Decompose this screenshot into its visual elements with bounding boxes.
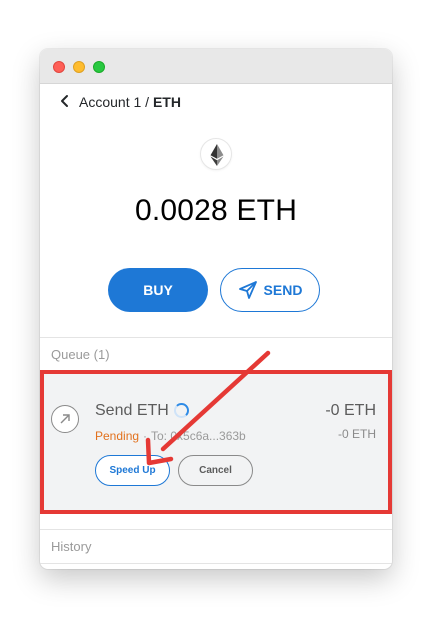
status-separator: · <box>143 429 147 443</box>
cancel-button[interactable]: Cancel <box>178 455 253 486</box>
send-label: SEND <box>263 282 303 298</box>
transaction-title: Send ETH <box>95 402 169 419</box>
divider <box>40 563 392 564</box>
account-name[interactable]: Account 1 <box>79 94 141 110</box>
transaction-amount-secondary: -0 ETH <box>337 427 376 441</box>
ethereum-icon <box>200 138 232 170</box>
arrow-up-right-icon <box>51 405 79 433</box>
breadcrumb-separator: / <box>141 94 153 110</box>
transaction-amount: -0 ETH <box>325 402 376 419</box>
balance-value: 0.0028 <box>134 194 228 227</box>
breadcrumb: Account 1 / ETH <box>40 84 392 118</box>
breadcrumb-text: Account 1 / ETH <box>79 94 181 110</box>
pending-spinner-icon <box>174 403 189 418</box>
send-icon <box>238 281 257 299</box>
wallet-window: Account 1 / ETH 0.0028 ETH BUY SEND Queu… <box>40 49 392 569</box>
minimize-window-button[interactable] <box>73 61 85 73</box>
speed-up-button[interactable]: Speed Up <box>95 455 170 486</box>
transaction-status: Pending <box>95 429 140 443</box>
history-header: History <box>40 529 392 563</box>
send-button[interactable]: SEND <box>220 268 320 312</box>
balance-symbol: ETH <box>236 194 298 227</box>
close-window-button[interactable] <box>53 61 65 73</box>
queued-transaction[interactable]: Send ETH Pending · To: 0x5c6a...363b -0 … <box>40 371 392 513</box>
queue-header: Queue (1) <box>40 337 392 371</box>
chevron-left-icon[interactable] <box>58 94 72 108</box>
title-bar <box>40 49 392 84</box>
maximize-window-button[interactable] <box>93 61 105 73</box>
transaction-recipient: To: 0x5c6a...363b <box>151 429 246 443</box>
asset-name: ETH <box>152 94 181 110</box>
buy-button[interactable]: BUY <box>108 268 208 312</box>
token-balance: 0.0028 ETH <box>40 194 392 228</box>
